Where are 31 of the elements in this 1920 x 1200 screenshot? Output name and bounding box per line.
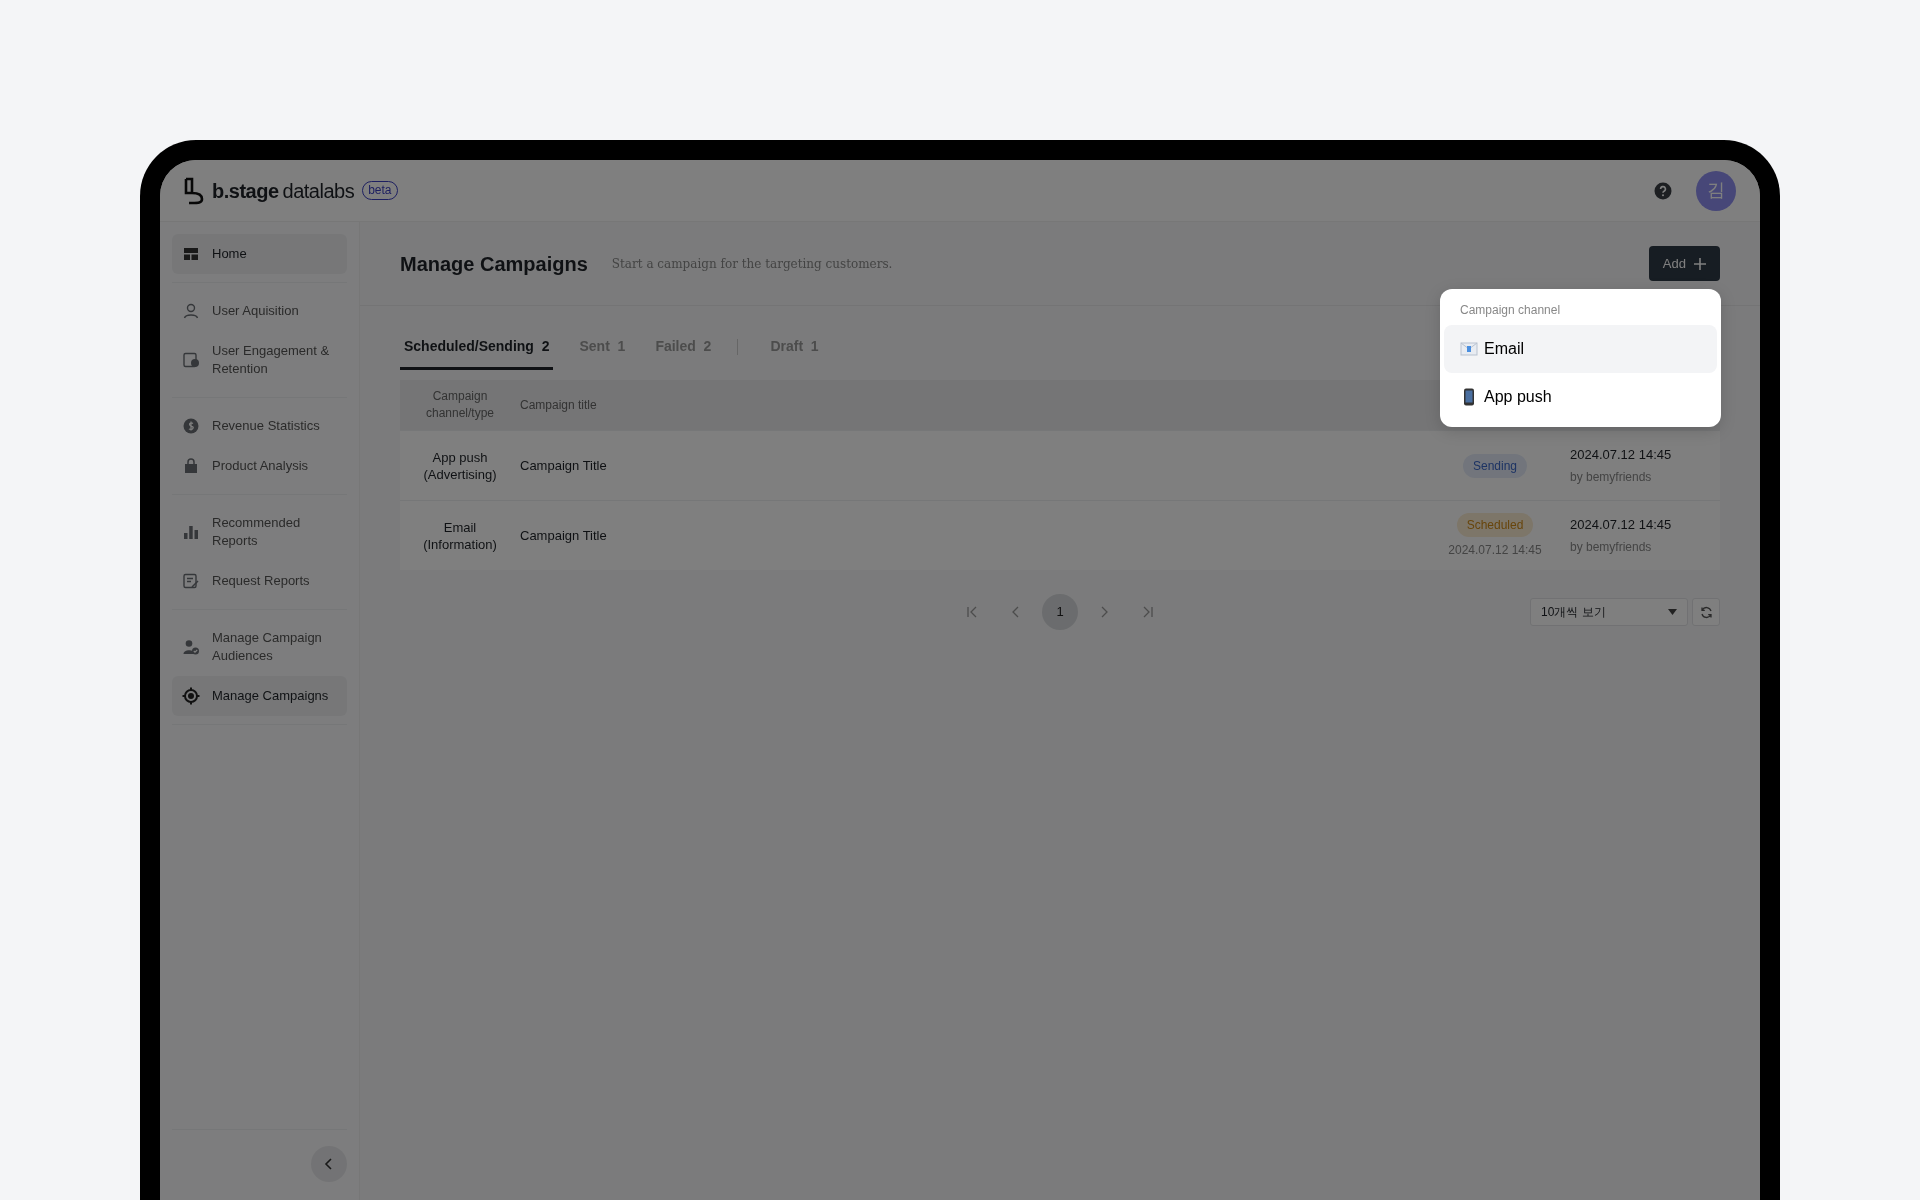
status-badge: Sending: [1462, 453, 1527, 478]
table-cell-text: Campaign Title: [520, 456, 608, 475]
table-cell-text: Campaign Title: [520, 526, 608, 545]
tab[interactable]: Scheduled/Sending 2: [400, 330, 554, 370]
menu-heading: Campaign channel: [1459, 302, 1562, 319]
column-header: Campaign title: [520, 397, 598, 414]
date-text: 2024.07.12 14:45: [1570, 445, 1673, 464]
column-header: Campaign channel/type: [424, 388, 496, 422]
page-size-select[interactable]: 10개씩 보기: [1530, 598, 1688, 626]
page-title: Manage Campaigns: [400, 251, 588, 276]
table-cell-text: App push (Advertising): [422, 448, 498, 483]
sidebar-item[interactable]: User Aquisition: [172, 291, 347, 331]
page-button[interactable]: 1: [1042, 594, 1078, 630]
brand-name: b.stage: [212, 178, 279, 204]
sidebar-item[interactable]: Home: [172, 234, 347, 274]
menu-item[interactable]: Email: [1444, 325, 1717, 373]
scheduled-time: 2024.07.12 14:45: [1448, 541, 1542, 559]
date-text: 2024.07.12 14:45: [1570, 515, 1673, 534]
sidebar-item[interactable]: Request Reports: [172, 561, 347, 601]
product-name: datalabs: [282, 178, 355, 204]
sidebar-item[interactable]: Product Analysis: [172, 446, 347, 486]
add-button[interactable]: Add: [1648, 245, 1720, 282]
status-badge: Scheduled: [1456, 512, 1534, 537]
author-text: by bemyfriends: [1570, 469, 1653, 487]
sidebar-item[interactable]: User Engagement & Retention: [172, 331, 347, 389]
author-text: by bemyfriends: [1570, 539, 1653, 557]
sidebar-item[interactable]: Revenue Statistics: [172, 406, 347, 446]
sidebar-item[interactable]: Recommended Reports: [172, 503, 347, 561]
sidebar-item[interactable]: Manage Campaign Audiences: [172, 618, 347, 676]
table-cell-text: Email (Information): [422, 518, 498, 553]
sidebar-item[interactable]: Manage Campaigns: [172, 676, 347, 716]
